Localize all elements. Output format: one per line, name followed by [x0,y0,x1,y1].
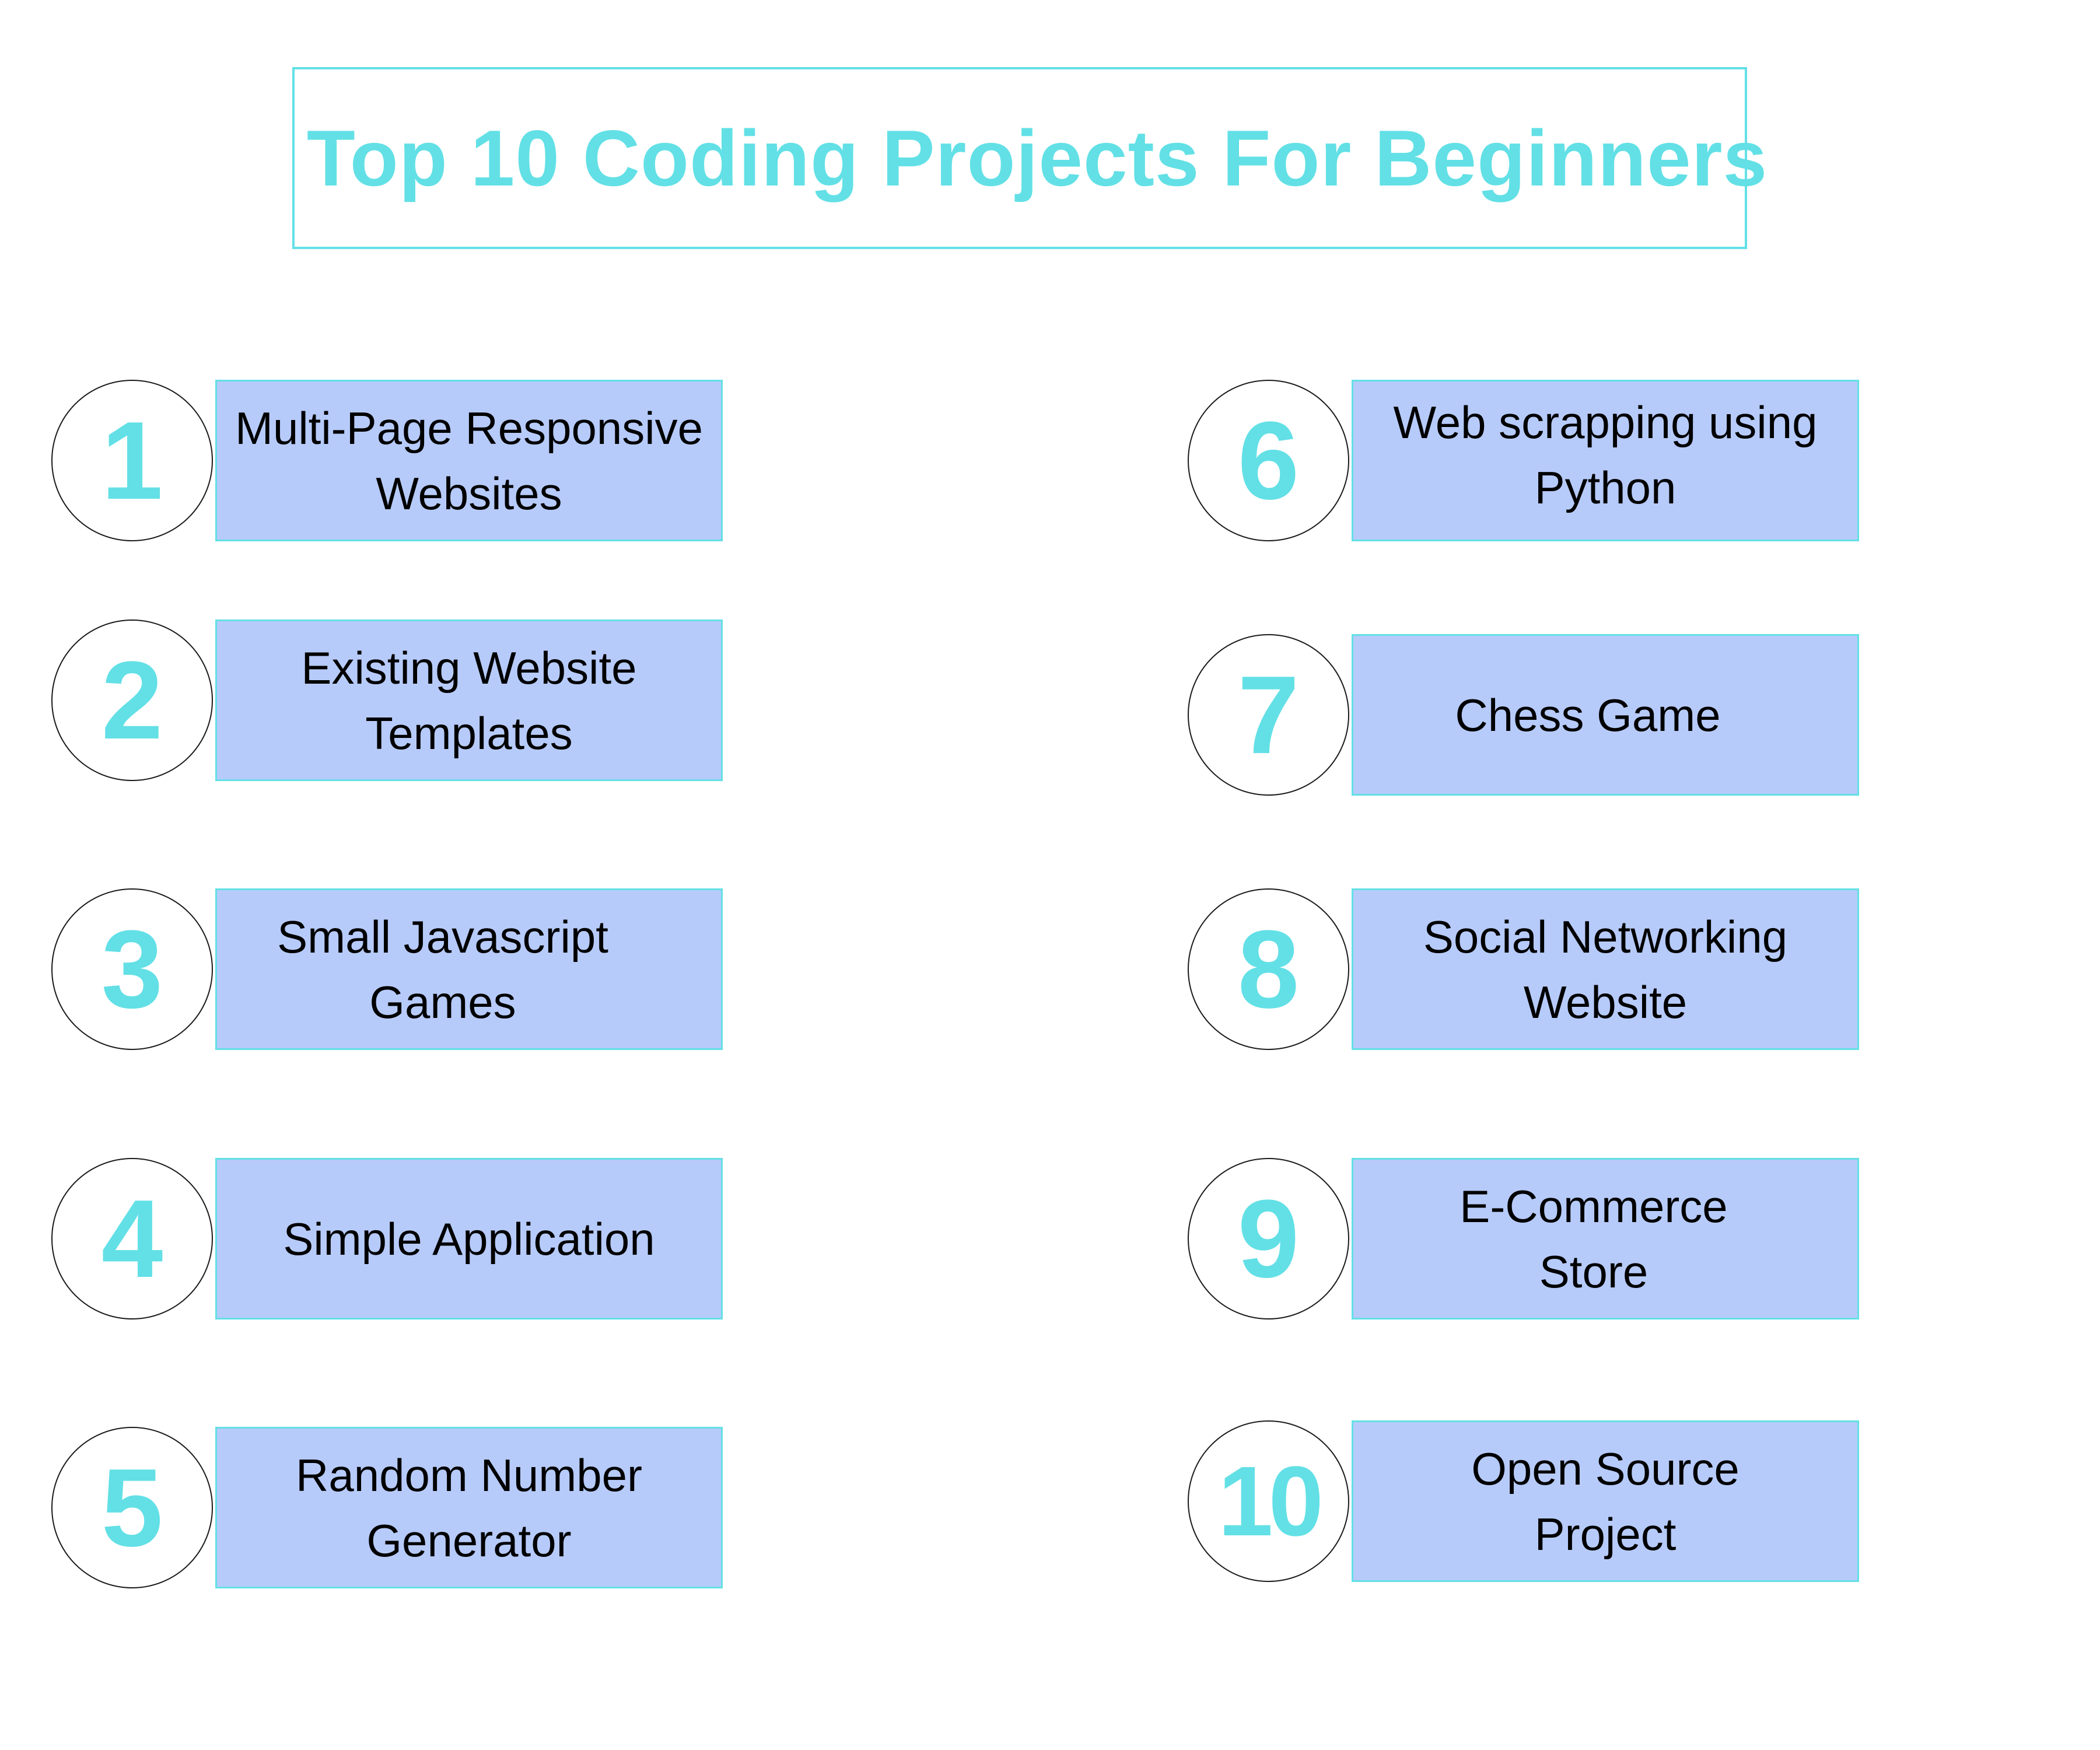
project-item-8: 8 Social Networking Website [1188,888,1859,1050]
project-number: 8 [1237,907,1300,1031]
project-item-4: 4 Simple Application [51,1158,723,1320]
project-label: E-Commerce Store [1460,1180,1728,1297]
project-label: Simple Application [283,1213,655,1265]
project-label: Small Javascript Games [277,911,608,1028]
project-box: Small Javascript Games [215,888,723,1050]
title-box: Top 10 Coding Projects For Beginners [292,67,1767,249]
project-item-2: 2 Existing Website Templates [51,620,723,781]
project-label: Web scrapping using Python [1393,396,1818,513]
project-box: Web scrapping using Python [1352,380,1859,541]
project-label: Social Networking Website [1423,911,1788,1028]
project-box: Social Networking Website [1352,888,1859,1050]
number-circle: 7 [1188,634,1349,796]
project-number: 10 [1217,1446,1324,1557]
page-title: Top 10 Coding Projects For Beginners [306,114,1768,202]
project-item-7: 7 Chess Game [1188,634,1859,796]
project-box: Multi-Page Responsive Websites [215,380,723,541]
project-label: Existing Website Templates [301,642,637,759]
project-number: 5 [101,1446,163,1570]
project-label: Chess Game [1455,689,1721,741]
project-number: 1 [101,398,163,523]
project-number: 4 [101,1177,163,1301]
project-box: Chess Game [1352,634,1859,796]
number-circle: 4 [51,1158,213,1320]
project-number: 9 [1237,1177,1300,1301]
project-item-5: 5 Random Number Generator [51,1427,723,1588]
project-number: 7 [1237,653,1300,777]
number-circle: 5 [51,1427,213,1588]
number-circle: 2 [51,620,213,781]
project-box: Simple Application [215,1158,723,1320]
number-circle: 9 [1188,1158,1349,1320]
project-box: Open Source Project [1352,1420,1859,1582]
project-item-6: 6 Web scrapping using Python [1188,380,1859,541]
project-number: 6 [1237,398,1300,523]
project-number: 3 [101,907,163,1031]
number-circle: 8 [1188,888,1349,1050]
project-item-9: 9 E-Commerce Store [1188,1158,1859,1320]
project-item-3: 3 Small Javascript Games [51,888,723,1050]
number-circle: 1 [51,380,213,541]
project-label: Multi-Page Responsive Websites [235,402,704,519]
project-label: Random Number Generator [296,1449,642,1566]
project-item-10: 10 Open Source Project [1188,1420,1859,1582]
number-circle: 6 [1188,380,1349,541]
project-item-1: 1 Multi-Page Responsive Websites [51,380,723,541]
number-circle: 3 [51,888,213,1050]
project-box: E-Commerce Store [1352,1158,1859,1320]
project-box: Existing Website Templates [215,620,723,781]
number-circle: 10 [1188,1420,1349,1582]
project-number: 2 [101,638,163,762]
project-box: Random Number Generator [215,1427,723,1588]
project-label: Open Source Project [1471,1443,1740,1560]
